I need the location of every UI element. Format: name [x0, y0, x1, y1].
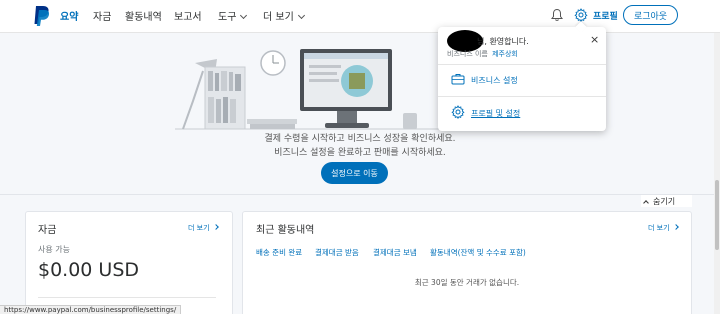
nav-tools-label: 도구 — [218, 12, 237, 23]
activity-more-label: 더 보기 — [648, 224, 670, 232]
activity-card-title: 최근 활동내역 — [256, 225, 315, 236]
chevron-up-icon — [643, 199, 649, 206]
nav-reports[interactable]: 보고서 — [174, 8, 202, 23]
paypal-logo[interactable] — [33, 5, 51, 27]
business-settings-link[interactable]: 비즈니스 설정 — [471, 75, 518, 86]
hero-line-1: 결제 수령을 시작하고 비즈니스 성장을 확인하세요. — [264, 134, 456, 144]
balance-amount: $0.00 USD — [38, 259, 140, 281]
business-name-row: 비즈니스 이름 제주상회 — [447, 49, 518, 59]
hero-line-2: 비즈니스 설정을 완료하고 판매를 시작하세요. — [274, 148, 446, 158]
business-name-value: 제주상회 — [492, 50, 518, 58]
nav-activity[interactable]: 활동내역 — [125, 8, 162, 23]
nav-summary[interactable]: 요약 — [60, 8, 78, 23]
scrollbar-thumb[interactable] — [715, 180, 719, 250]
no-transactions-message: 최근 30일 동안 거래가 없습니다. — [414, 278, 520, 287]
go-to-settings-button[interactable]: 설정으로 이동 — [321, 162, 388, 184]
tab-payments-sent[interactable]: 결제대금 보냄 — [373, 247, 417, 258]
hide-label: 숨기기 — [653, 196, 676, 206]
chevron-right-icon — [672, 224, 679, 230]
briefcase-icon — [451, 74, 465, 85]
available-label: 사용 가능 — [38, 245, 70, 254]
funds-more-label: 더 보기 — [188, 224, 210, 232]
top-nav: 요약 자금 활동내역 보고서 도구 더 보기 프로필 로그아웃 — [0, 0, 720, 33]
profile-link[interactable]: 프로필 — [593, 9, 618, 22]
logout-button[interactable]: 로그아웃 — [623, 5, 678, 25]
chevron-down-icon — [240, 11, 248, 20]
popup-divider — [438, 96, 606, 97]
tab-ready-to-ship[interactable]: 배송 준비 완료 — [256, 247, 302, 258]
profile-settings-link[interactable]: 프로필 및 설정 — [471, 108, 520, 119]
chevron-down-icon — [297, 11, 305, 20]
hide-toggle[interactable]: 숨기기 — [641, 195, 692, 207]
nav-more[interactable]: 더 보기 — [263, 8, 305, 23]
activity-more-link[interactable]: 더 보기 — [648, 223, 679, 233]
gear-icon[interactable] — [574, 8, 588, 22]
status-bar-url: https://www.paypal.com/businessprofile/s… — [0, 305, 182, 314]
card-divider — [38, 297, 216, 298]
funds-more-link[interactable]: 더 보기 — [188, 223, 219, 233]
popup-divider — [438, 64, 606, 65]
nav-tools[interactable]: 도구 — [218, 8, 248, 23]
business-name-label: 비즈니스 이름 — [447, 50, 488, 58]
nav-funds[interactable]: 자금 — [93, 8, 111, 23]
page-scrollbar[interactable] — [714, 33, 720, 314]
funds-card-title: 자금 — [38, 225, 57, 236]
tab-activity-all[interactable]: 활동내역(잔액 및 수수료 포함) — [430, 247, 526, 258]
nav-more-label: 더 보기 — [263, 12, 294, 23]
tab-payments-received[interactable]: 결제대금 받음 — [315, 247, 359, 258]
welcome-text: 님, 환영합니다. — [477, 37, 529, 46]
profile-popup: 님, 환영합니다. × 비즈니스 이름 제주상회 비즈니스 설정 프로필 및 설… — [438, 21, 606, 131]
gear-icon — [451, 105, 465, 119]
close-icon[interactable]: × — [590, 33, 599, 46]
chevron-right-icon — [212, 224, 219, 230]
bell-icon[interactable] — [550, 8, 564, 22]
